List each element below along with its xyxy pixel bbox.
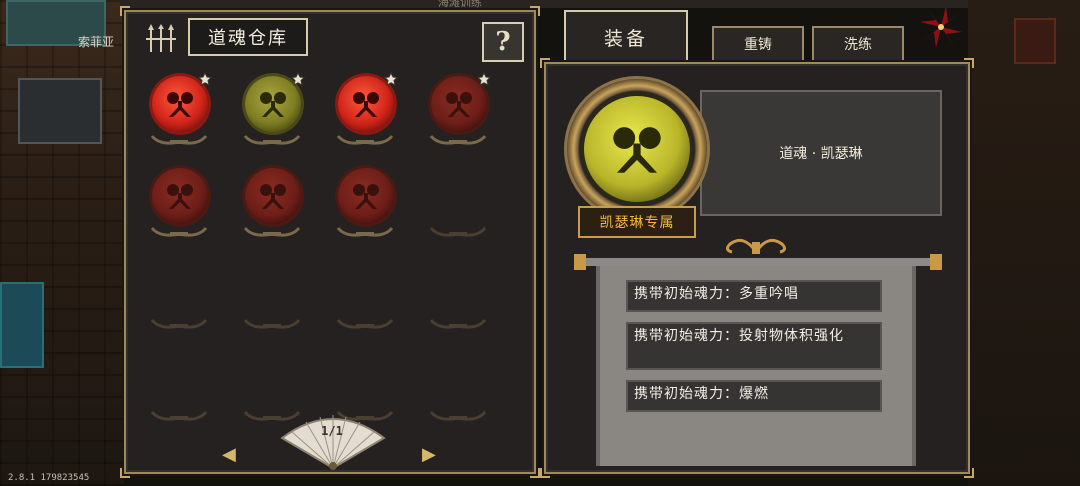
soul-slot[interactable] <box>144 70 214 152</box>
soul-orb <box>338 168 394 224</box>
folding-fan-icon <box>280 415 386 470</box>
slot-stand-icon <box>336 318 394 329</box>
soul-slot[interactable] <box>423 254 493 336</box>
soul-effect-3: 携带初始魂力：爆燃 <box>626 380 882 412</box>
storage-title: 道魂仓库 <box>188 18 308 56</box>
soul-emblem-icon <box>353 184 379 209</box>
soul-slot[interactable] <box>423 70 493 152</box>
soul-storage-panel: 道魂仓库 ? ◀ 1/1 ▶ <box>120 6 540 478</box>
pinwheel-close-icon[interactable] <box>916 2 966 52</box>
npc-name-label: 索菲亚 <box>78 35 115 49</box>
soul-emblem-icon <box>167 92 193 117</box>
slot-stand-icon <box>243 318 301 329</box>
slot-stand-icon <box>243 226 301 237</box>
next-page-arrow-icon[interactable]: ▶ <box>422 444 436 465</box>
soul-effect-2: 携带初始魂力：投射物体积强化 <box>626 322 882 370</box>
frame-corner <box>530 468 540 478</box>
frame-corner <box>540 58 550 68</box>
world-crate <box>18 78 102 144</box>
soul-emblem-icon <box>446 92 472 117</box>
frame-corner <box>964 468 974 478</box>
slot-stand-icon <box>243 134 301 145</box>
star-icon <box>384 72 398 86</box>
exclusive-badge: 凯瑟琳专属 <box>578 206 696 238</box>
weapon-rack-icon <box>146 24 176 52</box>
soul-slot[interactable] <box>144 346 214 428</box>
frame-corner <box>540 468 550 478</box>
soul-orb <box>152 168 208 224</box>
frame-corner <box>964 58 974 68</box>
soul-slot[interactable] <box>144 162 214 244</box>
slot-stand-icon <box>429 318 487 329</box>
soul-effect-1: 携带初始魂力：多重吟唱 <box>626 280 882 312</box>
soul-name: 道魂 · 凯瑟琳 <box>779 146 863 162</box>
prev-page-arrow-icon[interactable]: ◀ <box>222 444 236 465</box>
soul-slot[interactable] <box>237 162 307 244</box>
slot-stand-icon <box>336 226 394 237</box>
help-button[interactable]: ? <box>482 22 524 62</box>
version-label: 2.8.1 179823545 <box>8 473 90 483</box>
slot-stand-icon <box>150 410 208 421</box>
frame-corner <box>120 468 130 478</box>
game-world-left: 索菲亚 <box>0 0 124 486</box>
frame-corner <box>530 6 540 16</box>
slot-stand-icon <box>150 226 208 237</box>
page-indicator: 1/1 <box>321 424 343 438</box>
soul-orb <box>245 168 301 224</box>
world-door <box>0 282 44 368</box>
world-top-strip: 海滩训练 <box>120 0 980 9</box>
soul-slot[interactable] <box>423 162 493 244</box>
slot-stand-icon <box>336 134 394 145</box>
tab-equip[interactable]: 装备 <box>564 10 688 64</box>
world-box <box>1014 18 1056 64</box>
tab-recast[interactable]: 重铸 <box>712 26 804 62</box>
star-icon <box>477 72 491 86</box>
soul-emblem-icon <box>260 92 286 117</box>
world-top-label: 海滩训练 <box>438 0 482 9</box>
soul-slot[interactable] <box>237 70 307 152</box>
star-icon <box>198 72 212 86</box>
soul-emblem-icon <box>613 127 661 173</box>
slot-stand-icon <box>150 134 208 145</box>
frame-corner <box>120 6 130 16</box>
soul-slot[interactable] <box>330 254 400 336</box>
game-world-right <box>968 0 1080 486</box>
soul-slot[interactable] <box>330 162 400 244</box>
soul-emblem-icon <box>260 184 286 209</box>
slot-stand-icon <box>429 134 487 145</box>
tab-reroll[interactable]: 洗练 <box>812 26 904 62</box>
soul-emblem-icon <box>167 184 193 209</box>
soul-slot[interactable] <box>144 254 214 336</box>
soul-emblem-icon <box>353 92 379 117</box>
slot-stand-icon <box>150 318 208 329</box>
slot-stand-icon <box>429 226 487 237</box>
soul-slot[interactable] <box>330 70 400 152</box>
star-icon <box>291 72 305 86</box>
page-navigator: ◀ 1/1 ▶ <box>214 412 450 474</box>
equipped-soul-orb[interactable] <box>584 96 690 202</box>
soul-slot[interactable] <box>237 254 307 336</box>
